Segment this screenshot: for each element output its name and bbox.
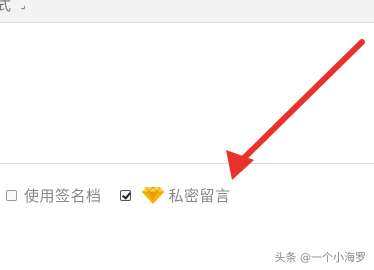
private-message-label[interactable]: 私密留言 bbox=[169, 185, 231, 206]
options-row: 使用签名档 私密留言 bbox=[6, 184, 231, 206]
comment-editor-screen: 式 ⌄ 使用签名档 私密留言 头条 @一个小海罗 bbox=[0, 0, 374, 270]
toolbar-fragment: 式 ⌄ bbox=[0, 0, 31, 15]
editor-divider bbox=[0, 163, 374, 164]
signature-checkbox[interactable] bbox=[6, 189, 17, 201]
private-message-checkbox[interactable] bbox=[119, 189, 131, 201]
signature-label[interactable]: 使用签名档 bbox=[24, 185, 102, 206]
message-textarea[interactable] bbox=[0, 23, 374, 163]
editor-toolbar: 式 ⌄ bbox=[0, 0, 374, 23]
toolbar-dropdown-glyph: ⌄ bbox=[13, 0, 31, 15]
toolbar-fragment-text: 式 bbox=[0, 0, 12, 14]
diamond-vip-icon bbox=[141, 185, 165, 205]
watermark: 头条 @一个小海罗 bbox=[274, 251, 367, 264]
